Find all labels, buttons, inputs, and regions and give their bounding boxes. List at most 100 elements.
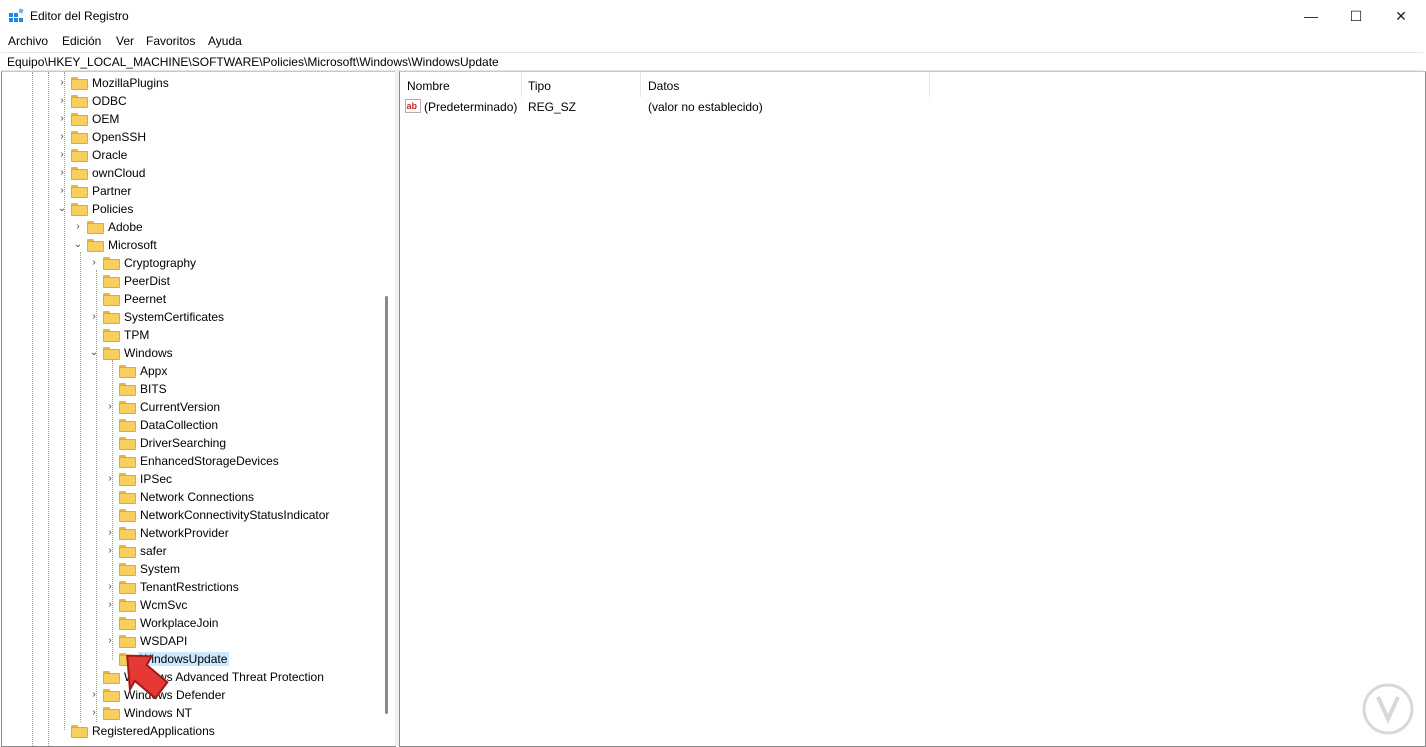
chevron-right-icon[interactable]: › — [89, 707, 99, 719]
folder-icon — [71, 95, 88, 108]
tree-item-currentversion[interactable]: › CurrentVersion — [2, 398, 395, 416]
tree-item-networkprovider[interactable]: › NetworkProvider — [2, 524, 395, 542]
minimize-button[interactable]: — — [1288, 0, 1334, 32]
tree-item-ncsi[interactable]: NetworkConnectivityStatusIndicator — [2, 506, 395, 524]
tree-item-bits[interactable]: BITS — [2, 380, 395, 398]
chevron-right-icon[interactable]: › — [105, 527, 115, 539]
tree-item-windowsnt[interactable]: › Windows NT — [2, 704, 395, 722]
maximize-button[interactable]: ☐ — [1333, 0, 1379, 32]
tree-item-windowsdefender[interactable]: › Windows Defender — [2, 686, 395, 704]
tree-item-adobe[interactable]: › Adobe — [2, 218, 395, 236]
tree-item-label: Windows — [124, 346, 173, 360]
tree-item-peerdist[interactable]: PeerDist — [2, 272, 395, 290]
folder-icon — [119, 563, 136, 576]
tree-item-tenantrestrictions[interactable]: › TenantRestrictions — [2, 578, 395, 596]
tree-item-label: WorkplaceJoin — [140, 616, 219, 630]
tree-item-windowsupdate[interactable]: WindowsUpdate — [2, 650, 395, 668]
tree-item-label: EnhancedStorageDevices — [140, 454, 279, 468]
tree-item-microsoft[interactable]: ⌄ Microsoft — [2, 236, 395, 254]
folder-icon — [119, 491, 136, 504]
regedit-icon — [9, 8, 24, 22]
reg-sz-icon: ab — [405, 99, 421, 113]
column-header-data[interactable]: Datos — [641, 72, 930, 97]
folder-icon — [119, 455, 136, 468]
tree-item-cryptography[interactable]: › Cryptography — [2, 254, 395, 272]
tree-item-oracle[interactable]: › Oracle — [2, 146, 395, 164]
tree-item-system[interactable]: System — [2, 560, 395, 578]
tree-item-windows[interactable]: ⌄ Windows — [2, 344, 395, 362]
tree-item-oem[interactable]: › OEM — [2, 110, 395, 128]
folder-icon — [119, 509, 136, 522]
tree-item-odbc[interactable]: › ODBC — [2, 92, 395, 110]
folder-icon — [103, 257, 120, 270]
tree-item-datacollection[interactable]: DataCollection — [2, 416, 395, 434]
menu-ver[interactable]: Ver — [116, 34, 134, 48]
chevron-right-icon[interactable]: › — [57, 185, 67, 197]
column-header-name[interactable]: Nombre — [400, 72, 522, 97]
tree-item-policies[interactable]: ⌄ Policies — [2, 200, 395, 218]
tree-item-label: safer — [140, 544, 167, 558]
chevron-right-icon[interactable]: › — [57, 77, 67, 89]
chevron-right-icon[interactable]: › — [57, 113, 67, 125]
menu-edicion[interactable]: Edición — [62, 34, 101, 48]
chevron-right-icon[interactable]: › — [105, 401, 115, 413]
folder-icon — [119, 581, 136, 594]
chevron-right-icon[interactable]: › — [57, 131, 67, 143]
chevron-right-icon[interactable]: › — [57, 95, 67, 107]
chevron-right-icon[interactable]: › — [73, 221, 83, 233]
chevron-down-icon[interactable]: ⌄ — [57, 203, 67, 215]
chevron-right-icon[interactable]: › — [105, 545, 115, 557]
registry-tree[interactable]: › MozillaPlugins › ODBC › OEM › OpenSSH … — [1, 71, 396, 747]
folder-icon — [119, 437, 136, 450]
menu-favoritos[interactable]: Favoritos — [146, 34, 195, 48]
value-type: REG_SZ — [528, 100, 577, 114]
tree-item-tpm[interactable]: TPM — [2, 326, 395, 344]
tree-item-label: NetworkProvider — [140, 526, 229, 540]
menu-ayuda[interactable]: Ayuda — [208, 34, 242, 48]
tree-item-openssh[interactable]: › OpenSSH — [2, 128, 395, 146]
tree-item-enhancedstoragedevices[interactable]: EnhancedStorageDevices — [2, 452, 395, 470]
tree-item-owncloud[interactable]: › ownCloud — [2, 164, 395, 182]
tree-item-label: OEM — [92, 112, 120, 126]
menu-archivo[interactable]: Archivo — [8, 34, 48, 48]
close-button[interactable]: ✕ — [1378, 0, 1424, 32]
tree-item-ipsec[interactable]: › IPSec — [2, 470, 395, 488]
tree-item-wcmsvc[interactable]: › WcmSvc — [2, 596, 395, 614]
tree-item-registeredapplications[interactable]: RegisteredApplications — [2, 722, 395, 740]
address-path[interactable]: Equipo\HKEY_LOCAL_MACHINE\SOFTWARE\Polic… — [7, 55, 499, 69]
tree-item-label: Network Connections — [140, 490, 255, 504]
tree-item-workplacejoin[interactable]: WorkplaceJoin — [2, 614, 395, 632]
chevron-right-icon[interactable]: › — [89, 257, 99, 269]
tree-item-wsdapi[interactable]: › WSDAPI — [2, 632, 395, 650]
tree-scrollbar-thumb[interactable] — [385, 296, 388, 714]
chevron-right-icon[interactable]: › — [57, 149, 67, 161]
tree-item-appx[interactable]: Appx — [2, 362, 395, 380]
folder-icon — [119, 383, 136, 396]
chevron-right-icon[interactable]: › — [89, 311, 99, 323]
tree-item-label: CurrentVersion — [140, 400, 221, 414]
chevron-down-icon[interactable]: ⌄ — [73, 239, 83, 251]
value-row[interactable]: ab (Predeterminado) REG_SZ (valor no est… — [400, 98, 1425, 116]
tree-item-safer[interactable]: › safer — [2, 542, 395, 560]
chevron-right-icon[interactable]: › — [89, 689, 99, 701]
tree-item-systemcertificates[interactable]: › SystemCertificates — [2, 308, 395, 326]
tree-item-driversearching[interactable]: DriverSearching — [2, 434, 395, 452]
column-header-type[interactable]: Tipo — [521, 72, 641, 97]
tree-item-mozillaplugins[interactable]: › MozillaPlugins — [2, 74, 395, 92]
folder-icon — [119, 617, 136, 630]
address-bar[interactable]: Equipo\HKEY_LOCAL_MACHINE\SOFTWARE\Polic… — [1, 52, 1423, 71]
chevron-right-icon[interactable]: › — [57, 167, 67, 179]
tree-item-label: ownCloud — [92, 166, 146, 180]
chevron-right-icon[interactable]: › — [105, 599, 115, 611]
folder-icon — [87, 239, 104, 252]
folder-icon — [71, 149, 88, 162]
tree-item-network-connections[interactable]: Network Connections — [2, 488, 395, 506]
tree-item-peernet[interactable]: Peernet — [2, 290, 395, 308]
chevron-right-icon[interactable]: › — [105, 473, 115, 485]
chevron-right-icon[interactable]: › — [105, 581, 115, 593]
values-list[interactable]: Nombre Tipo Datos ab (Predeterminado) RE… — [399, 71, 1426, 747]
tree-item-watp[interactable]: Windows Advanced Threat Protection — [2, 668, 395, 686]
tree-item-partner[interactable]: › Partner — [2, 182, 395, 200]
chevron-down-icon[interactable]: ⌄ — [89, 347, 99, 359]
tree-item-label: Microsoft — [108, 238, 157, 252]
